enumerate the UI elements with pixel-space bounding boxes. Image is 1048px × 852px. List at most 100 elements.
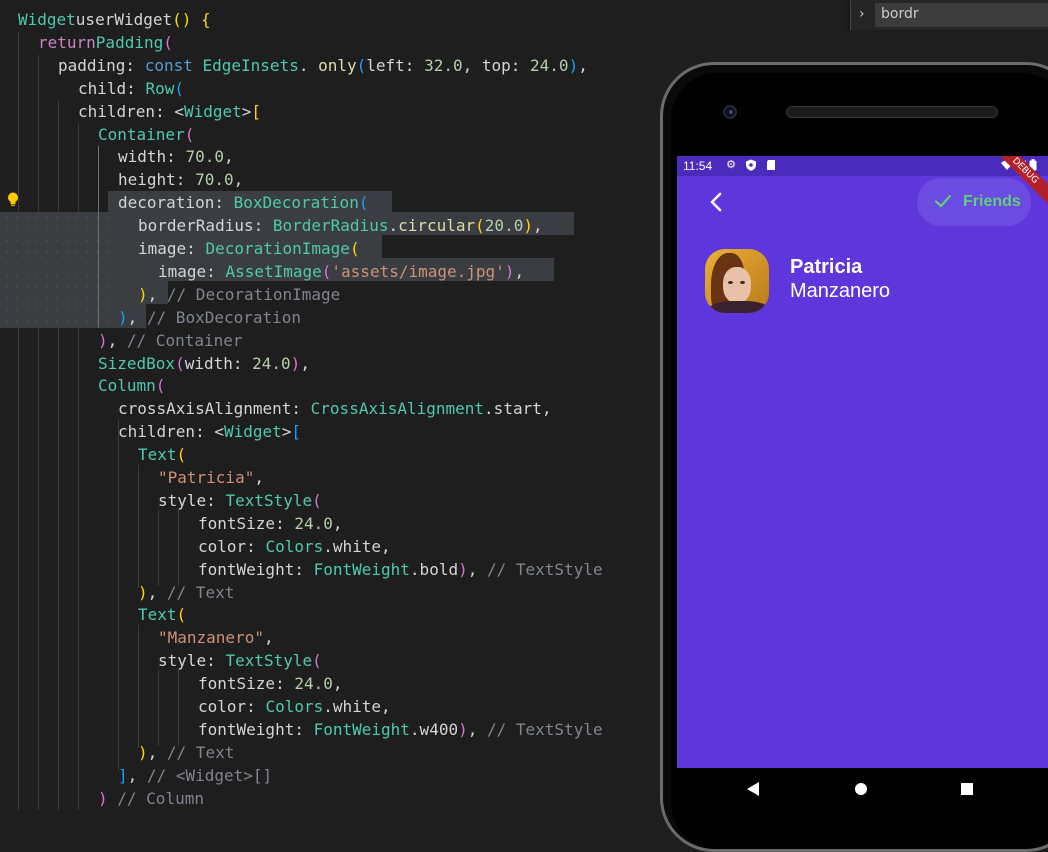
code-editor[interactable]: WidgetuserWidget() {returnPadding(paddin… <box>0 0 660 810</box>
code-line: width: 70.0, <box>118 145 234 168</box>
code-token: Text <box>138 605 177 625</box>
avatar <box>705 249 769 313</box>
code-token: ) <box>138 284 148 304</box>
lightbulb-icon[interactable] <box>6 191 20 209</box>
find-widget: › bordr <box>850 0 1048 31</box>
indent-guide <box>178 510 179 586</box>
code-token: userWidget <box>75 10 173 29</box>
code-token: ( <box>163 32 173 52</box>
code-token: fontSize: <box>198 513 295 533</box>
code-token: // BoxDecoration <box>146 307 302 327</box>
code-token: .w400 <box>409 719 459 739</box>
code-token: AssetImage <box>225 261 322 281</box>
code-token: ( <box>175 353 185 373</box>
code-line: children: <Widget>[ <box>118 420 301 443</box>
code-token: , <box>127 307 147 327</box>
toggle-replace-chevron-icon[interactable]: › <box>859 6 865 22</box>
code-token: . <box>388 216 399 236</box>
code-line: fontSize: 24.0, <box>198 512 343 535</box>
friends-button-label: Friends <box>963 193 1021 210</box>
nav-back-icon[interactable] <box>747 782 759 796</box>
code-token: . <box>298 55 319 75</box>
code-token: circular <box>398 216 476 236</box>
code-line: ), // DecorationImage <box>138 283 340 306</box>
code-token: borderRadius: <box>138 216 273 236</box>
code-token: ( <box>312 490 322 510</box>
code-token: > <box>281 422 292 442</box>
code-token: 70.0 <box>195 170 234 190</box>
code-token: EdgeInsets <box>202 55 299 75</box>
code-token: , <box>532 216 543 236</box>
code-token: ) <box>118 307 128 327</box>
code-token: ( <box>356 55 367 75</box>
code-token: // Text <box>166 582 235 602</box>
code-token: ) <box>523 216 533 236</box>
nav-home-icon[interactable] <box>855 783 867 795</box>
shield-icon <box>746 159 756 171</box>
code-token: ( <box>184 124 195 144</box>
code-token: fontWeight: <box>198 559 314 579</box>
indent-guide <box>118 419 119 771</box>
back-arrow-icon[interactable] <box>707 190 727 214</box>
code-line: ), // Text <box>138 581 234 604</box>
code-token: > <box>241 101 252 121</box>
code-token: , <box>332 513 343 533</box>
code-token: .white, <box>323 536 391 556</box>
code-token: 20.0 <box>484 216 524 236</box>
code-token: // DecorationImage <box>166 284 341 304</box>
status-time: 11:54 <box>683 159 713 173</box>
code-token: , top: <box>462 55 531 75</box>
code-token: Column <box>98 376 156 396</box>
check-icon <box>934 194 952 208</box>
code-token: .bold <box>409 559 459 579</box>
code-token: , <box>147 582 167 602</box>
code-line: fontSize: 24.0, <box>198 672 343 695</box>
code-token: padding: <box>58 55 145 75</box>
code-token: () { <box>172 10 211 29</box>
code-token: , <box>127 765 147 785</box>
whitespace-markers <box>0 212 108 328</box>
code-token: , <box>147 284 167 304</box>
code-token: , <box>300 353 310 373</box>
code-line: WidgetuserWidget() { <box>18 8 211 31</box>
code-token: ( <box>176 605 187 625</box>
code-token: // TextStyle <box>487 559 603 579</box>
code-line: "Patricia", <box>158 466 264 489</box>
code-line: Text( <box>138 603 186 626</box>
code-line: image: DecorationImage( <box>138 237 360 260</box>
code-token: , <box>514 261 525 281</box>
code-token: ( <box>176 445 187 465</box>
code-token: // Container <box>126 330 243 350</box>
find-input[interactable]: bordr <box>875 3 1048 27</box>
code-token: ) <box>98 330 108 350</box>
code-token: , <box>107 330 127 350</box>
code-line: ) // Column <box>98 787 204 810</box>
code-token: 32.0 <box>424 55 463 75</box>
code-token: 24.0 <box>294 674 333 694</box>
friends-button[interactable]: Friends <box>917 178 1031 226</box>
indent-guide <box>178 670 179 746</box>
code-token: ( <box>155 376 166 396</box>
code-token: return <box>38 32 96 52</box>
code-line: ), // BoxDecoration <box>118 306 301 329</box>
code-line: fontWeight: FontWeight.w400), // TextSty… <box>198 718 603 741</box>
code-token: TextStyle <box>225 490 313 510</box>
code-token: , <box>578 55 588 75</box>
code-token: , <box>223 147 234 167</box>
nav-recents-icon[interactable] <box>961 783 973 795</box>
code-token: , <box>467 719 487 739</box>
indent-guide <box>138 625 139 747</box>
code-token: , <box>263 628 274 648</box>
code-token: ( <box>174 78 184 98</box>
code-token: BorderRadius <box>272 216 389 236</box>
indent-guide <box>138 261 139 283</box>
code-token: ) <box>458 719 468 739</box>
code-token: fontSize: <box>198 674 295 694</box>
code-token: image: <box>158 261 226 281</box>
code-token: , <box>147 742 167 762</box>
status-bar: 11:54 ⚙ <box>677 156 1048 176</box>
code-line: SizedBox(width: 24.0), <box>98 352 310 375</box>
code-token: left: <box>366 55 425 75</box>
code-token: .start, <box>484 399 552 419</box>
code-token: image: <box>138 239 206 258</box>
